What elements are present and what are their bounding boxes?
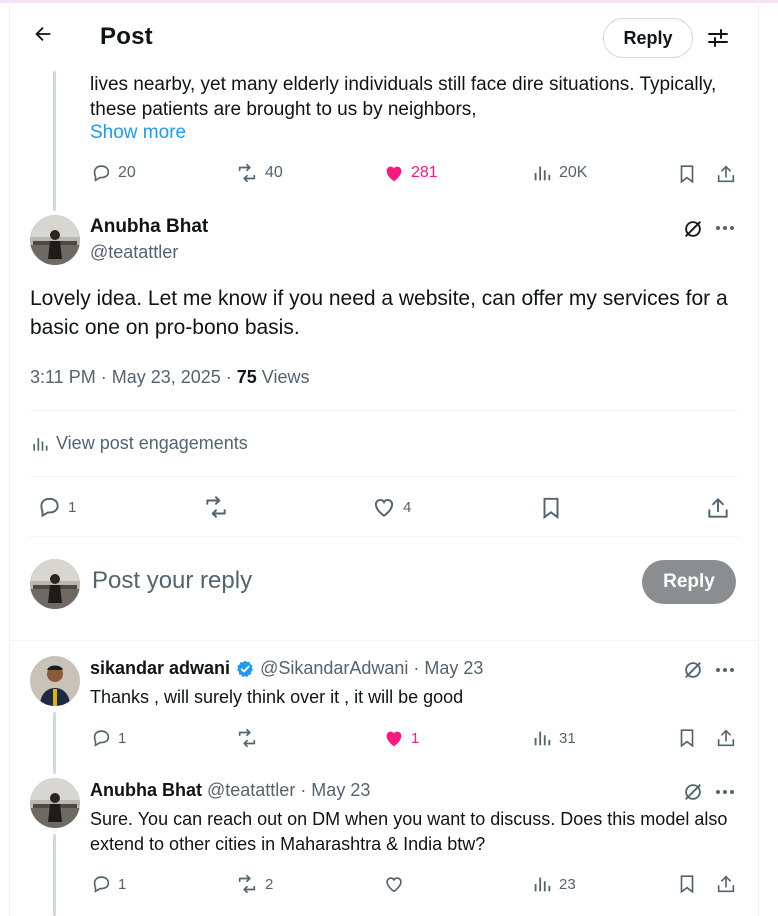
heart-icon [386, 877, 402, 893]
heart-filled-icon [386, 166, 402, 182]
post-author-name[interactable]: Anubha Bhat [90, 216, 208, 238]
view-engagements-link[interactable]: View post engagements [30, 433, 248, 454]
share-icon[interactable] [713, 161, 739, 187]
reply-author-handle[interactable]: @SikandarAdwani [260, 658, 408, 679]
more-options-icon[interactable] [716, 226, 734, 230]
repost-icon [206, 496, 226, 518]
reply-header: sikandar adwani @SikandarAdwani · May 23 [90, 658, 483, 679]
share-icon[interactable] [713, 871, 739, 897]
reply-repost-action[interactable] [235, 727, 265, 749]
main-repost-action[interactable] [202, 494, 236, 520]
post-views-count: 75 [236, 367, 257, 387]
avatar[interactable] [30, 778, 80, 828]
reply-like-count: 1 [411, 729, 420, 747]
bookmark-icon[interactable] [674, 725, 700, 751]
reply-like-action[interactable] [383, 873, 411, 895]
parent-like-count: 281 [411, 164, 438, 181]
show-more-link[interactable]: Show more [90, 122, 186, 144]
divider [30, 536, 738, 537]
reply-reply-count: 1 [118, 729, 127, 747]
post-author-handle[interactable]: @teatattler [90, 242, 178, 263]
reply-header: Anubha Bhat @teatattler · May 23 [90, 780, 370, 801]
reply-like-action[interactable]: 1 [383, 727, 419, 749]
reply-views-count: 23 [559, 875, 576, 893]
column-border-right [758, 0, 759, 916]
divider [30, 476, 738, 477]
reply-icon [40, 497, 59, 518]
parent-repost-action[interactable]: 40 [235, 162, 283, 184]
main-like-action[interactable]: 4 [371, 494, 411, 520]
reply-date[interactable]: · May 23 [413, 658, 483, 679]
more-options-icon[interactable] [716, 790, 734, 794]
repost-icon [238, 874, 256, 894]
reply-icon [93, 876, 110, 893]
thread-connector-line [53, 71, 56, 211]
reply-input[interactable]: Post your reply [92, 567, 252, 595]
parent-post-text: lives nearby, yet many elderly individua… [90, 74, 717, 120]
parent-like-action[interactable]: 281 [383, 162, 438, 184]
share-icon[interactable] [713, 725, 739, 751]
post-timestamp[interactable]: 3:11 PM · May 23, 2025 · [30, 367, 237, 387]
analytics-icon [534, 166, 551, 181]
page-title: Post [100, 23, 153, 50]
parent-reply-count: 20 [118, 164, 136, 181]
reply-views-action[interactable]: 23 [531, 873, 576, 895]
parent-views-action[interactable]: 20K [531, 162, 587, 184]
post-text: Lovely idea. Let me know if you need a w… [30, 287, 728, 339]
bookmark-icon[interactable] [674, 871, 700, 897]
back-arrow-icon[interactable] [28, 19, 58, 49]
share-icon[interactable] [704, 494, 732, 522]
reply-views-count: 31 [559, 729, 576, 747]
reply-author-name[interactable]: Anubha Bhat [90, 780, 202, 801]
reply-author-name[interactable]: sikandar adwani [90, 658, 230, 679]
reply-text: Sure. You can reach out on DM when you w… [90, 809, 728, 854]
post-views-label: Views [256, 367, 310, 387]
column-border-left [9, 0, 10, 916]
avatar[interactable] [30, 656, 80, 706]
parent-reply-action[interactable]: 20 [90, 162, 136, 184]
analytics-icon [33, 437, 48, 451]
composer-reply-button[interactable]: Reply [642, 560, 736, 604]
header-reply-button[interactable]: Reply [603, 18, 693, 58]
grok-icon[interactable] [680, 216, 706, 242]
grok-icon[interactable] [680, 657, 706, 683]
grok-icon[interactable] [680, 779, 706, 805]
avatar[interactable] [30, 215, 80, 265]
reply-repost-count: 2 [265, 875, 274, 893]
more-options-icon[interactable] [716, 668, 734, 672]
repost-icon [238, 728, 256, 748]
divider [30, 410, 738, 411]
parent-repost-count: 40 [265, 164, 283, 181]
reply-reply-action[interactable]: 1 [90, 873, 126, 895]
thread-connector-line [53, 712, 56, 774]
main-reply-action[interactable]: 1 [36, 494, 76, 520]
reply-reply-action[interactable]: 1 [90, 727, 126, 749]
main-like-count: 4 [403, 498, 412, 516]
repost-icon [238, 163, 256, 183]
reply-views-action[interactable]: 31 [531, 727, 576, 749]
bookmark-icon[interactable] [537, 494, 565, 522]
analytics-icon [534, 877, 551, 892]
main-reply-count: 1 [68, 498, 77, 516]
analytics-icon [534, 731, 551, 746]
reply-icon [93, 165, 110, 182]
settings-sliders-icon[interactable] [704, 24, 732, 52]
view-engagements-label: View post engagements [56, 433, 248, 453]
header-bar: Post Reply [10, 3, 758, 71]
bookmark-icon[interactable] [674, 161, 700, 187]
heart-icon [374, 498, 394, 517]
thread-connector-line [53, 834, 56, 916]
verified-badge-icon [237, 660, 253, 677]
reply-icon [93, 730, 110, 747]
divider [10, 640, 758, 641]
post-meta: 3:11 PM · May 23, 2025 · 75 Views [30, 367, 310, 388]
heart-filled-icon [386, 731, 402, 747]
composer-avatar [30, 559, 80, 609]
reply-reply-count: 1 [118, 875, 127, 893]
parent-views-count: 20K [559, 164, 588, 181]
reply-text: Thanks , will surely think over it , it … [90, 687, 464, 707]
reply-repost-action[interactable]: 2 [235, 873, 273, 895]
reply-date[interactable]: · May 23 [300, 780, 370, 801]
reply-author-handle[interactable]: @teatattler [207, 780, 295, 801]
